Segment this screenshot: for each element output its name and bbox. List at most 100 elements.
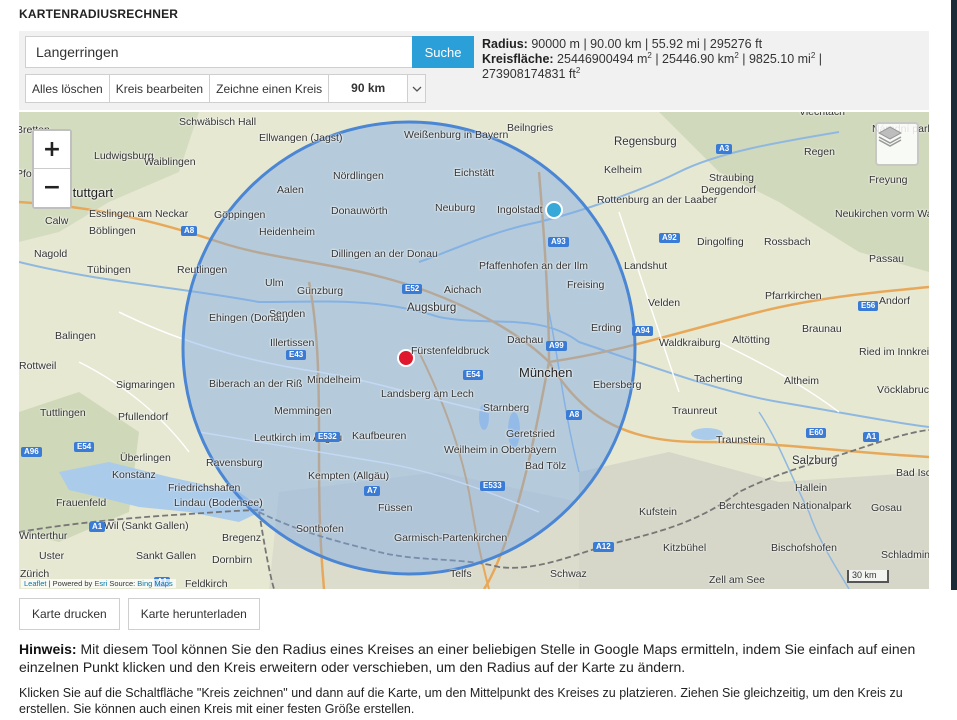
place-label: Bischofshofen (771, 542, 837, 554)
download-map-button[interactable]: Karte herunterladen (127, 598, 260, 630)
place-label: Illertissen (270, 337, 315, 349)
place-label: Esslingen am Neckar (89, 208, 189, 220)
place-label: Ulm (265, 277, 284, 289)
place-label: Balingen (55, 330, 96, 342)
road-shield: E54 (74, 442, 95, 452)
place-label: Zell am See (709, 574, 766, 586)
place-label: Traunstein (716, 434, 766, 446)
place-label: Senden (269, 308, 306, 320)
search-input[interactable] (25, 36, 413, 68)
place-label: Schladming (881, 549, 929, 561)
radius-select[interactable]: 90 km (328, 74, 427, 103)
place-label: Altötting (732, 334, 770, 346)
page-edge-strip (951, 0, 957, 590)
zoom-out-button[interactable]: − (34, 169, 70, 207)
place-label: Feldkirch (185, 578, 228, 589)
layers-button[interactable] (875, 122, 919, 166)
place-label: Sonthofen (296, 523, 344, 535)
place-label: Straubing (709, 172, 754, 184)
place-label: Mindelheim (307, 374, 361, 386)
place-label: Dornbirn (212, 554, 253, 566)
place-label: Starnberg (483, 402, 530, 414)
place-label: Ingolstadt (497, 204, 543, 216)
scale-bar: 30 km (847, 570, 889, 583)
leaflet-link[interactable]: Leaflet (24, 579, 47, 588)
place-label: Weißenburg in Bayern (404, 129, 509, 141)
edit-circle-button[interactable]: Kreis bearbeiten (108, 74, 211, 103)
place-label: Garmisch-Partenkirchen (394, 532, 508, 544)
road-shield: A99 (546, 341, 567, 351)
area-label: Kreisfläche: (482, 52, 554, 66)
zoom-in-button[interactable]: + (34, 131, 70, 169)
place-label: Vöcklabruck (877, 384, 929, 396)
place-label: Nagold (34, 248, 68, 260)
place-label: Göppingen (214, 209, 266, 221)
place-label: Pfullendorf (118, 411, 169, 423)
place-label: Telfs (450, 568, 472, 580)
place-label: Rottweil (19, 360, 57, 372)
place-label: Ebersberg (593, 379, 642, 391)
place-label: Freyung (869, 174, 908, 186)
road-shield: E532 (315, 432, 340, 442)
place-label: Ravensburg (206, 457, 263, 469)
results-panel: Radius: 90000 m | 90.00 km | 55.92 mi | … (482, 37, 922, 82)
place-label: Calw (45, 215, 69, 227)
place-label: Tübingen (87, 264, 131, 276)
place-label: Füssen (378, 502, 413, 514)
place-label: Waiblingen (144, 156, 196, 168)
place-label: Aalen (277, 184, 304, 196)
place-label: Freising (567, 279, 605, 291)
search-location-marker[interactable] (545, 201, 563, 219)
place-label: Dachau (507, 334, 544, 346)
page-title: KARTENRADIUSRECHNER (19, 7, 179, 21)
road-shield: E52 (402, 284, 423, 294)
clear-all-button[interactable]: Alles löschen (25, 74, 110, 103)
chevron-down-icon (407, 75, 426, 102)
place-label: Passau (869, 253, 905, 265)
place-label: Wil (Sankt Gallen) (104, 520, 189, 532)
place-label: Überlingen (120, 452, 171, 464)
area-result: Kreisfläche: 25446900494 m2 | 25446.90 k… (482, 50, 823, 81)
place-label: Neuburg (435, 202, 476, 214)
place-label: Regen (804, 146, 835, 158)
radius-label: Radius: (482, 37, 528, 51)
place-label: Gosau (871, 502, 902, 514)
road-shield: A96 (21, 447, 42, 457)
place-label: Viechtach (799, 112, 845, 118)
place-label: Tacherting (694, 373, 743, 385)
place-label: Rossbach (764, 236, 811, 248)
place-label: Berchtesgaden Nationalpark (719, 500, 852, 512)
place-label: Velden (648, 297, 681, 309)
radius-value: 90000 m | 90.00 km | 55.92 mi | 295276 f… (531, 37, 763, 51)
place-label: Aichach (444, 284, 482, 296)
layers-icon (877, 126, 903, 147)
place-label: Hallein (795, 482, 828, 494)
road-shield: A92 (659, 233, 680, 243)
place-label: Kaufbeuren (352, 430, 407, 442)
place-label: Nördlingen (333, 170, 384, 182)
road-shield: A1 (89, 522, 106, 532)
road-shield: E60 (806, 428, 827, 438)
esri-link[interactable]: Esri (94, 579, 107, 588)
map[interactable]: Schwäbisch Hall Weißenburg in Bayern Beiln… (19, 112, 929, 589)
road-shield: A8 (566, 410, 583, 420)
road-shield: A12 (593, 542, 614, 552)
place-label: Landshut (624, 260, 668, 272)
place-label: Lindau (Bodensee) (174, 497, 263, 509)
place-label: Salzburg (792, 455, 838, 467)
place-label: Traunreut (672, 405, 718, 417)
place-label: Ried im Innkreis (859, 346, 929, 358)
bing-maps-link[interactable]: Bing Maps (137, 579, 172, 588)
road-shield: E43 (286, 350, 307, 360)
print-map-button[interactable]: Karte drucken (19, 598, 120, 630)
map-actions: Karte drucken Karte herunterladen (19, 598, 260, 630)
road-shield: A94 (632, 326, 653, 336)
radius-result: Radius: 90000 m | 90.00 km | 55.92 mi | … (482, 37, 922, 52)
place-label: Günzburg (297, 285, 344, 297)
place-label: Biberach an der Riß (209, 378, 303, 390)
place-label: Heidenheim (259, 226, 316, 238)
search-button[interactable]: Suche (412, 36, 474, 68)
place-label: Sigmaringen (116, 379, 175, 391)
place-label: Konstanz (112, 469, 156, 481)
draw-circle-button[interactable]: Zeichne einen Kreis (209, 74, 330, 103)
